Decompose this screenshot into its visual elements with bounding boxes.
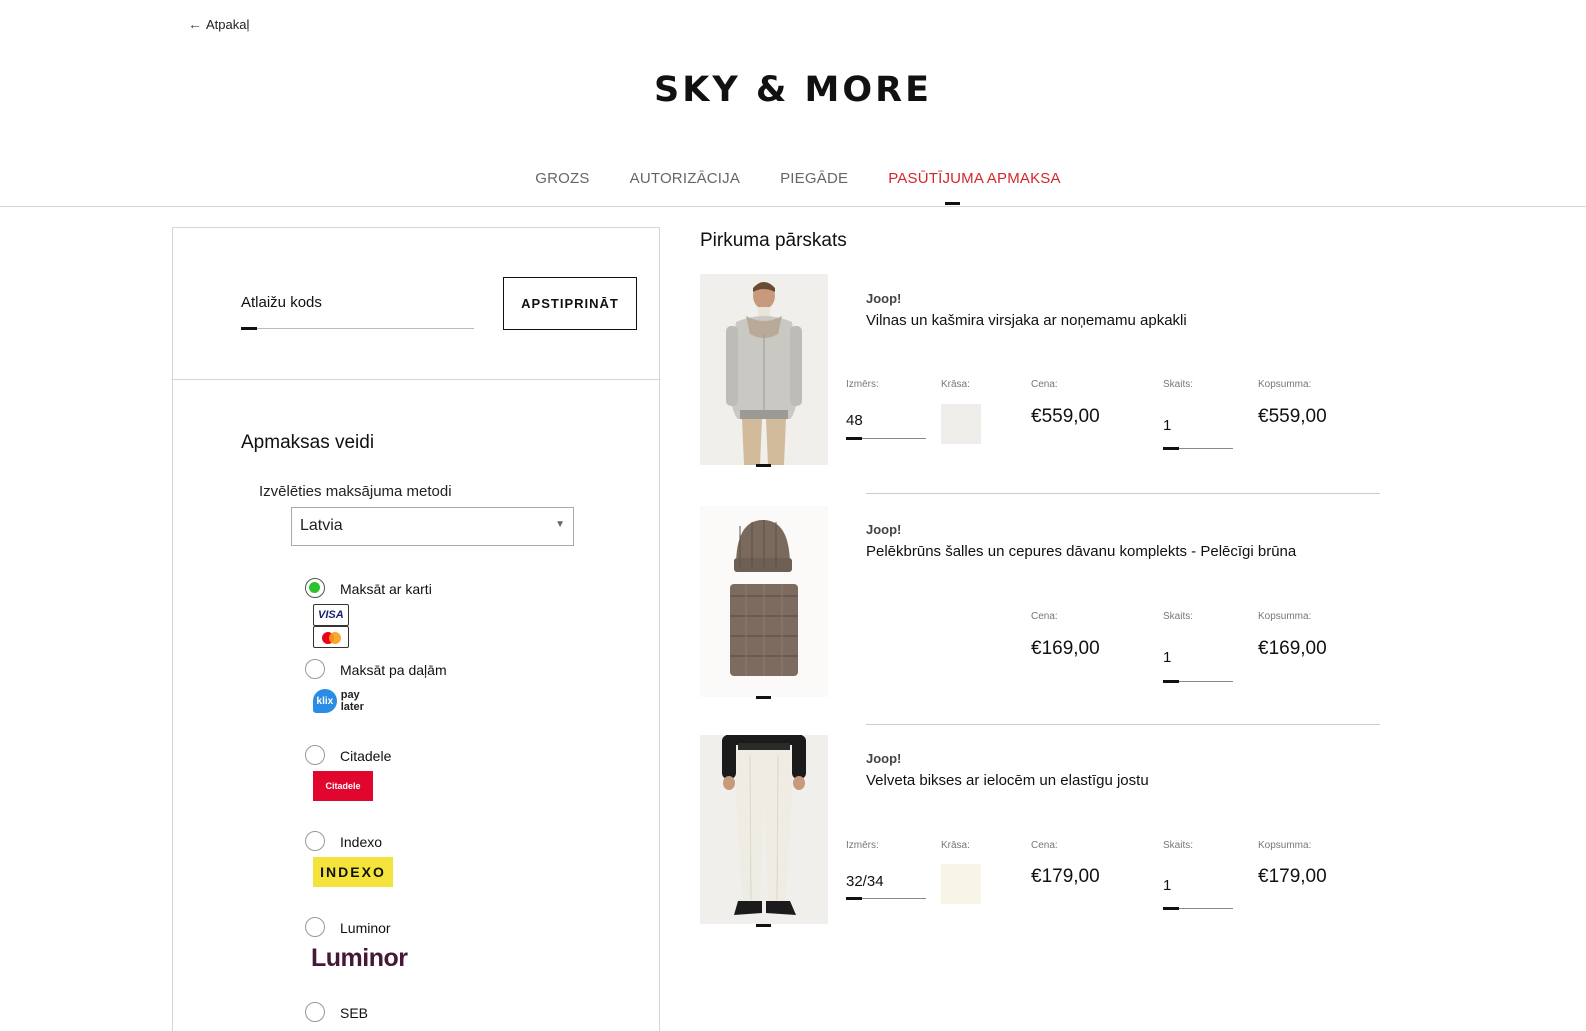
- price-value: €169,00: [1031, 638, 1100, 659]
- qty-underline-mark: [1163, 447, 1179, 450]
- mastercard-icon: [313, 626, 349, 648]
- total-value: €169,00: [1258, 638, 1327, 659]
- payment-method-label: Indexo: [340, 834, 383, 850]
- radio-indexo[interactable]: [305, 831, 325, 851]
- qty-underline-mark: [1163, 680, 1179, 683]
- product-image-scarf-hat-set[interactable]: [700, 506, 828, 697]
- steps-divider: [0, 206, 1586, 207]
- item-divider: [866, 724, 1380, 725]
- checkout-steps: GROZS AUTORIZĀCIJA PIEGĀDE PASŪTĪJUMA AP…: [0, 170, 1586, 187]
- klix-logo: klix pay later: [313, 689, 373, 713]
- payment-method-label: SEB: [340, 1005, 369, 1021]
- back-label: Atpakaļ: [206, 16, 250, 32]
- country-select-value: Latvia: [300, 517, 343, 534]
- product-name[interactable]: Velveta bikses ar ielocēm un elastīgu jo…: [866, 772, 1149, 789]
- radio-card[interactable]: [305, 578, 325, 598]
- order-summary-title: Pirkuma pārskats: [700, 230, 847, 251]
- payment-method-label: Citadele: [340, 748, 392, 764]
- price-value: €559,00: [1031, 406, 1100, 427]
- total-label: Kopsumma:: [1258, 840, 1312, 851]
- back-link[interactable]: ← Atpakaļ: [188, 16, 249, 32]
- color-swatch: [941, 864, 981, 904]
- qty-value[interactable]: 1: [1163, 877, 1171, 894]
- klix-icon: klix: [313, 689, 337, 713]
- product-name[interactable]: Pelēkbrūns šalles un cepures dāvanu komp…: [866, 543, 1296, 560]
- chevron-down-icon: ▼: [555, 519, 565, 530]
- luminor-logo: Luminor: [311, 944, 408, 972]
- payment-method-select-label: Izvēlēties maksājuma metodi: [259, 483, 452, 500]
- total-value: €559,00: [1258, 406, 1327, 427]
- payment-methods-title: Apmaksas veidi: [241, 432, 375, 453]
- radio-seb[interactable]: [305, 1002, 325, 1022]
- total-value: €179,00: [1258, 866, 1327, 887]
- product-image-jacket[interactable]: [700, 274, 828, 465]
- color-label: Krāsa:: [941, 379, 970, 390]
- coupon-section: Atlaižu kods APSTIPRINĀT: [173, 228, 659, 380]
- logo-text: SKY & MORE: [653, 70, 932, 110]
- apply-coupon-button[interactable]: APSTIPRINĀT: [503, 277, 637, 330]
- qty-value[interactable]: 1: [1163, 417, 1171, 434]
- country-select[interactable]: Latvia ▼: [291, 507, 574, 546]
- payment-method-label: Maksāt pa daļām: [340, 662, 447, 678]
- qty-value[interactable]: 1: [1163, 649, 1171, 666]
- product-brand: Joop!: [866, 522, 902, 537]
- product-brand: Joop!: [866, 291, 902, 306]
- logo[interactable]: SKY & MORE: [0, 70, 1586, 110]
- color-swatch: [941, 404, 981, 444]
- image-carousel-indicator: [756, 924, 771, 927]
- active-step-indicator: [945, 202, 960, 205]
- size-underline-mark: [846, 437, 862, 440]
- size-value[interactable]: 32/34: [846, 873, 884, 890]
- product-name[interactable]: Vilnas un kašmira virsjaka ar noņemamu a…: [866, 312, 1187, 329]
- radio-luminor[interactable]: [305, 917, 325, 937]
- visa-icon: VISA: [313, 604, 349, 626]
- payment-method-label: Luminor: [340, 920, 391, 936]
- arrow-left-icon: ←: [188, 16, 202, 32]
- total-label: Kopsumma:: [1258, 379, 1312, 390]
- price-label: Cena:: [1031, 840, 1058, 851]
- step-payment[interactable]: PASŪTĪJUMA APMAKSA: [888, 170, 1061, 187]
- qty-label: Skaits:: [1163, 611, 1194, 622]
- coupon-input[interactable]: Atlaižu kods: [241, 294, 322, 311]
- payment-panel: Atlaižu kods APSTIPRINĀT Apmaksas veidi …: [172, 227, 660, 1031]
- qty-underline-mark: [1163, 907, 1179, 910]
- total-label: Kopsumma:: [1258, 611, 1312, 622]
- radio-citadele[interactable]: [305, 745, 325, 765]
- step-delivery[interactable]: PIEGĀDE: [780, 170, 848, 187]
- coupon-input-line: [241, 328, 474, 329]
- size-underline-mark: [846, 897, 862, 900]
- card-logos: VISA: [313, 604, 355, 648]
- item-divider: [866, 493, 1380, 494]
- price-label: Cena:: [1031, 379, 1058, 390]
- product-brand: Joop!: [866, 751, 902, 766]
- image-carousel-indicator: [756, 464, 771, 467]
- size-label: Izmērs:: [846, 379, 879, 390]
- size-label: Izmērs:: [846, 840, 879, 851]
- step-authorization[interactable]: AUTORIZĀCIJA: [630, 170, 740, 187]
- qty-label: Skaits:: [1163, 379, 1194, 390]
- payment-method-label: Maksāt ar karti: [340, 581, 432, 597]
- step-cart[interactable]: GROZS: [535, 170, 589, 187]
- size-value[interactable]: 48: [846, 412, 863, 429]
- indexo-logo: INDEXO: [313, 857, 393, 887]
- price-label: Cena:: [1031, 611, 1058, 622]
- klix-text: pay later: [340, 689, 364, 713]
- qty-label: Skaits:: [1163, 840, 1194, 851]
- coupon-input-mark: [241, 327, 257, 330]
- image-carousel-indicator: [756, 696, 771, 699]
- price-value: €179,00: [1031, 866, 1100, 887]
- color-label: Krāsa:: [941, 840, 970, 851]
- product-image-trousers[interactable]: [700, 735, 828, 924]
- citadele-logo: Citadele: [313, 771, 373, 801]
- radio-installments[interactable]: [305, 659, 325, 679]
